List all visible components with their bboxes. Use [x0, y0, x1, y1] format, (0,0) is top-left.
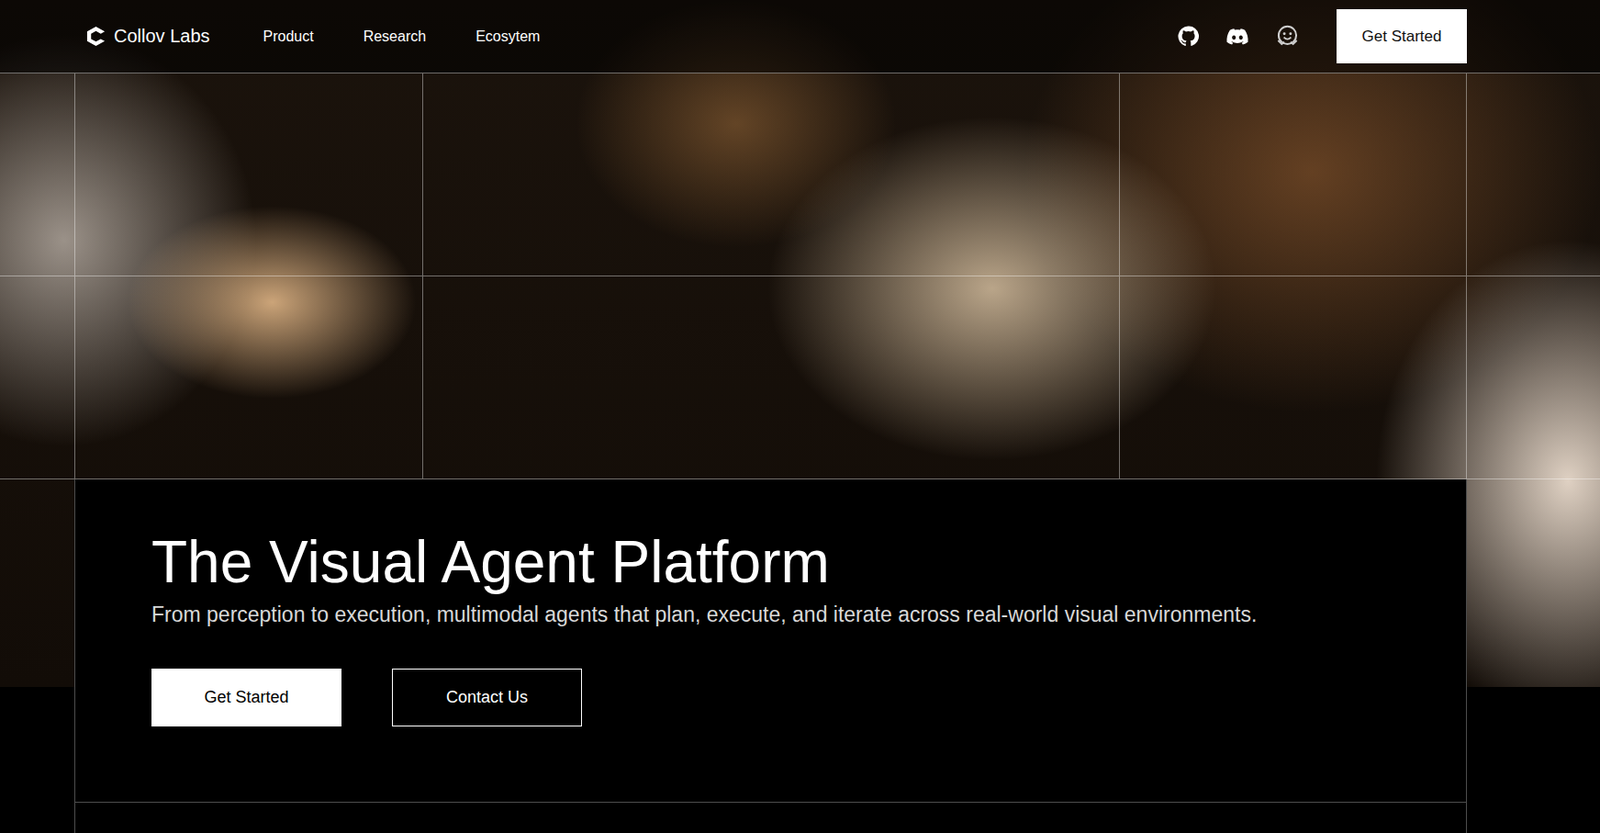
grid-inner [74, 73, 1467, 276]
discord-icon [1225, 24, 1250, 49]
below-inner [74, 802, 1467, 833]
grid-cell [74, 73, 423, 276]
nav-links: Product Research Ecosytem [263, 28, 541, 45]
hero-button[interactable]: Get Started [151, 668, 342, 727]
hero-panel: The Visual Agent PlatformFrom perception… [74, 479, 1467, 803]
grid-cell [1118, 73, 1467, 276]
nav-link[interactable]: Product [263, 28, 314, 45]
below-panel [0, 802, 1600, 833]
huggingface-icon [1275, 23, 1300, 49]
hero-button[interactable]: Contact Us [391, 668, 582, 727]
logo-text: Collov Labs [113, 25, 211, 47]
github-icon [1176, 24, 1200, 48]
nav-right: Get Started [1176, 9, 1467, 64]
get-started-button[interactable]: Get Started [1336, 9, 1467, 64]
hero-actions: Get Started Contact Us [151, 668, 1411, 727]
github-link[interactable] [1176, 24, 1200, 48]
grid-cell [422, 276, 1119, 479]
nav-link[interactable]: Research [363, 28, 426, 45]
logo[interactable]: Collov Labs [85, 25, 211, 47]
grid-cell [1118, 276, 1467, 479]
hero-subtitle: From perception to execution, multimodal… [151, 599, 1411, 629]
hero-photo: Collov Labs Product Research Ecosytem Get St… [0, 0, 1600, 803]
grid-row [0, 73, 1600, 277]
nav-left: Collov Labs Product Research Ecosytem [85, 25, 540, 47]
nav-bar: Collov Labs Product Research Ecosytem Get St… [0, 0, 1600, 74]
grid-inner [74, 276, 1467, 479]
nav-link[interactable]: Ecosytem [475, 28, 540, 45]
hero-title: The Visual Agent Platform [151, 526, 1411, 598]
grid-row [0, 276, 1600, 480]
page: Collov Labs Product Research Ecosytem Get St… [0, 0, 1600, 833]
huggingface-link[interactable] [1275, 23, 1300, 49]
grid-cell [422, 73, 1119, 276]
discord-link[interactable] [1225, 24, 1250, 49]
logo-icon [85, 25, 107, 47]
grid-cell [74, 276, 423, 479]
